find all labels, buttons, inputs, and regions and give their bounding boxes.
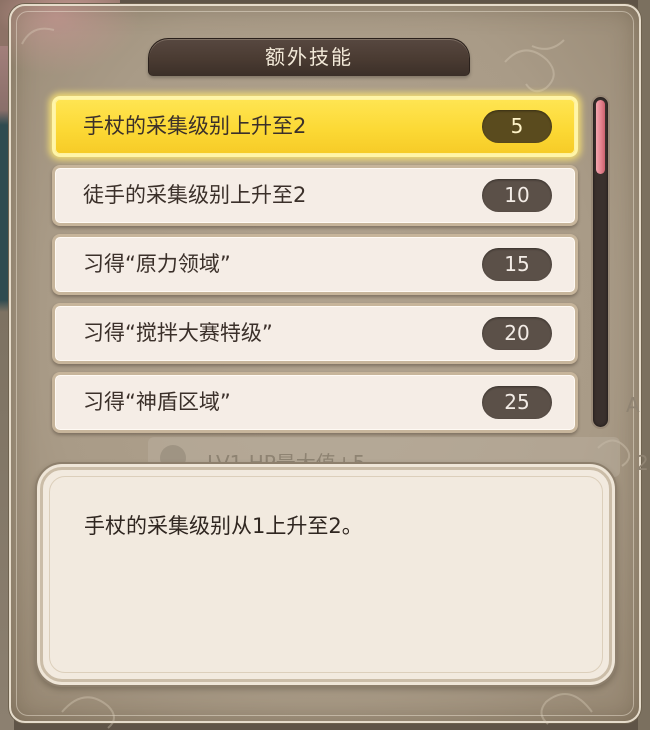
skill-label: 习得“神盾区域”: [83, 390, 231, 414]
skill-row[interactable]: 徒手的采集级别上升至2 10: [52, 165, 578, 226]
skill-row[interactable]: 手杖的采集级别上升至2 5: [52, 96, 578, 157]
skill-list-scrollbar[interactable]: [591, 95, 610, 429]
skill-row[interactable]: 习得“神盾区域” 25: [52, 372, 578, 433]
description-box: 手杖的采集级别从1上升至2。: [40, 467, 612, 682]
description-box-inner-border: [49, 476, 603, 673]
skill-row[interactable]: 习得“原力领域” 15: [52, 234, 578, 295]
skill-label: 手杖的采集级别上升至2: [83, 114, 307, 138]
skill-cost-badge: 5: [482, 110, 552, 143]
skill-list: 手杖的采集级别上升至2 5 徒手的采集级别上升至2 10 习得“原力领域” 15…: [52, 96, 578, 433]
scrollbar-thumb[interactable]: [596, 100, 605, 174]
panel-title: 额外技能: [148, 38, 470, 76]
skill-cost-badge: 15: [482, 248, 552, 281]
skill-label: 习得“原力领域”: [83, 252, 231, 276]
background-edge-text: A: [626, 393, 640, 417]
skill-label: 习得“搅拌大赛特级”: [83, 321, 273, 345]
skill-cost-badge: 20: [482, 317, 552, 350]
skill-label: 徒手的采集级别上升至2: [83, 183, 307, 207]
skill-cost-badge: 10: [482, 179, 552, 212]
skill-description: 手杖的采集级别从1上升至2。: [84, 514, 363, 538]
skill-row[interactable]: 习得“搅拌大赛特级” 20: [52, 303, 578, 364]
background-edge-text: 2: [636, 451, 649, 475]
skill-cost-badge: 25: [482, 386, 552, 419]
